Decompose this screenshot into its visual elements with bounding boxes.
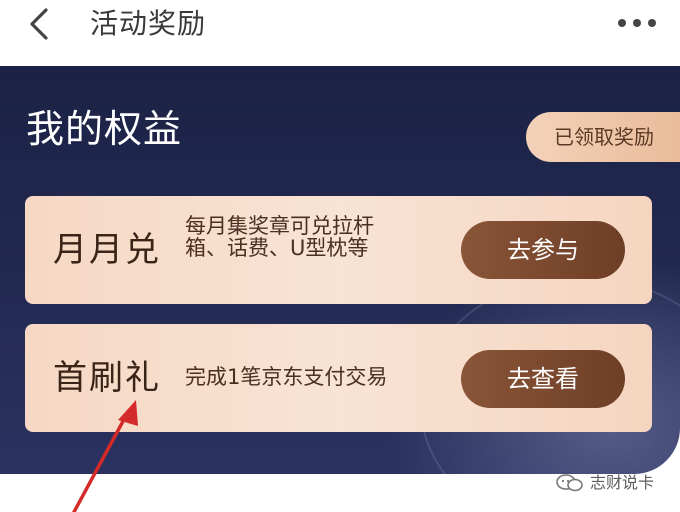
claimed-rewards-button[interactable]: 已领取奖励 <box>526 112 680 162</box>
annotation-arrow-icon <box>72 400 138 512</box>
card-description: 完成1笔京东支付交易 <box>185 365 388 389</box>
card-name: 月月兑 <box>53 230 161 270</box>
wechat-icon <box>556 474 583 492</box>
watermark: 志财说卡 <box>556 472 676 494</box>
top-bar: 活动奖励 <box>0 0 680 66</box>
more-button[interactable] <box>612 8 662 38</box>
watermark-text: 志财说卡 <box>590 473 655 492</box>
chevron-left-icon <box>30 8 48 40</box>
participate-button[interactable]: 去参与 <box>461 221 625 279</box>
card-description: 每月集奖章可兑拉杆箱、话费、U型枕等 <box>185 214 374 260</box>
page-title: 活动奖励 <box>90 7 207 40</box>
panel-title: 我的权益 <box>26 107 183 151</box>
ellipsis-icon <box>618 19 656 27</box>
view-button[interactable]: 去查看 <box>461 350 625 408</box>
back-button[interactable] <box>22 6 62 42</box>
benefit-card-monthly: 月月兑 每月集奖章可兑拉杆箱、话费、U型枕等 去参与 <box>25 196 652 304</box>
